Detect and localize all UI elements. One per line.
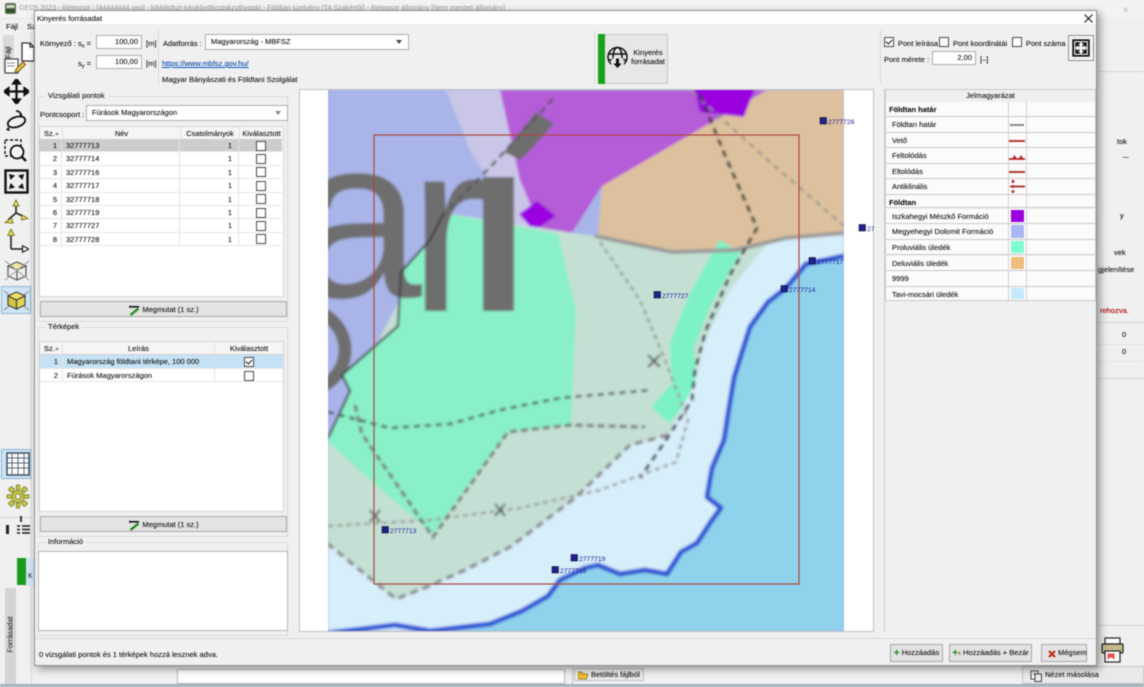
svg-text:2777716: 2777716 xyxy=(867,226,874,233)
svg-text:2777727: 2777727 xyxy=(662,293,689,300)
svg-text:r: r xyxy=(408,89,490,363)
svg-text:a: a xyxy=(299,89,422,346)
svg-text:2777713: 2777713 xyxy=(390,528,417,535)
svg-text:2777714: 2777714 xyxy=(789,287,816,294)
svg-text:2777718: 2777718 xyxy=(560,568,587,575)
svg-text:2777717: 2777717 xyxy=(817,259,844,266)
svg-text:2777728: 2777728 xyxy=(828,119,855,126)
svg-text:2777719: 2777719 xyxy=(579,556,606,563)
